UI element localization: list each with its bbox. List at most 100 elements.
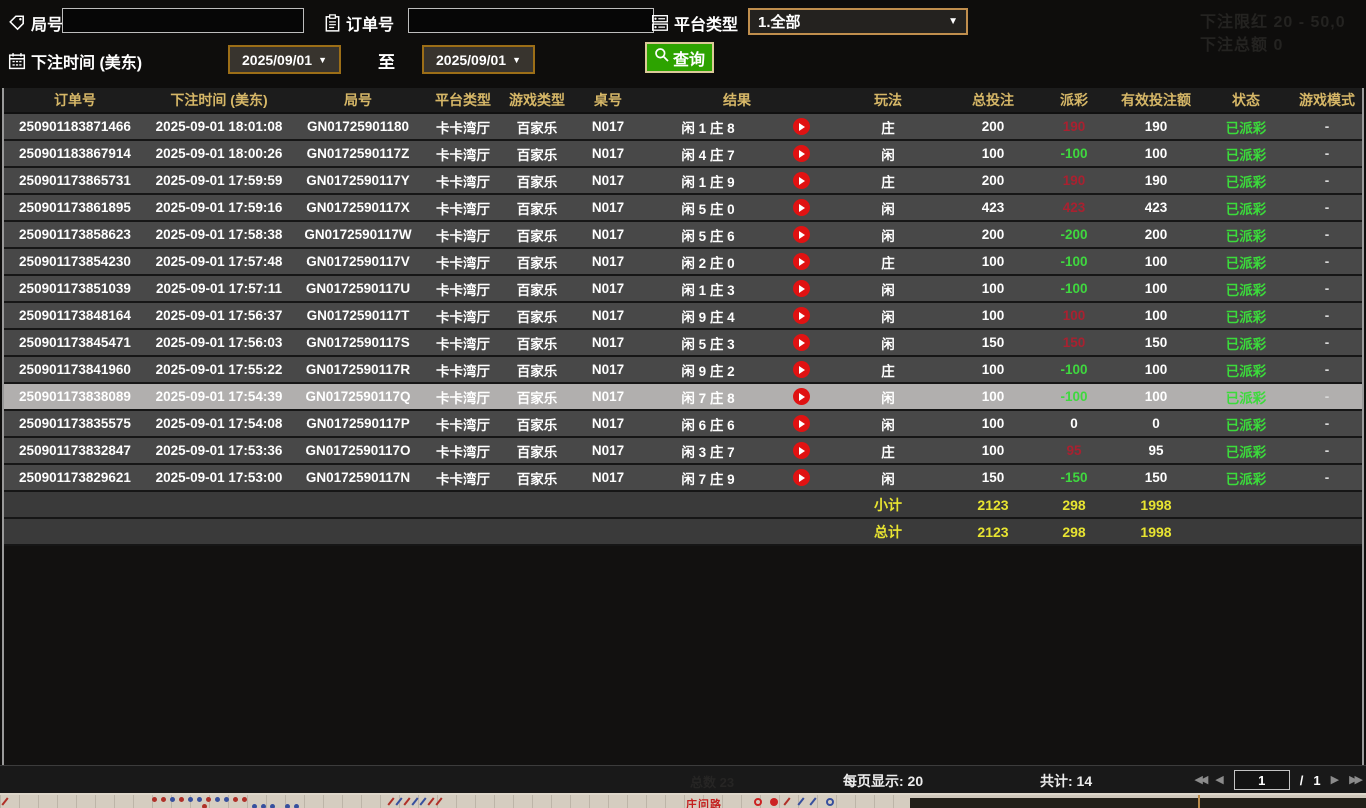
cell-status: 已派彩 — [1225, 282, 1267, 298]
cell-platform: 卡卡湾厅 — [436, 363, 490, 379]
cell-valid-bet: 190 — [1144, 173, 1168, 188]
col-header-bet-time: 下注时间 (美东) — [170, 92, 268, 108]
cell-valid-bet: 190 — [1144, 119, 1168, 134]
cell-game-mode: - — [1324, 281, 1330, 296]
date-to-picker[interactable]: 2025/09/01 ▼ — [422, 45, 535, 74]
play-video-icon[interactable] — [792, 145, 810, 162]
background-ghost-text: 总数 23 — [690, 775, 735, 790]
cell-play-type: 闲 — [881, 201, 895, 217]
table-row[interactable]: 250901173854230 2025-09-01 17:57:48 GN01… — [4, 249, 1362, 276]
next-page-button[interactable]: ▶ — [1331, 774, 1339, 786]
cell-status: 已派彩 — [1225, 201, 1267, 217]
col-header-platform: 平台类型 — [435, 92, 491, 108]
cell-payout: -100 — [1060, 389, 1088, 404]
cell-status: 已派彩 — [1225, 147, 1267, 163]
pagination-bar: 总数 23 每页显示: 20 共计: 14 ◀◀ ◀ / 1 ▶ ▶▶ — [0, 765, 1366, 793]
page-separator: / — [1299, 772, 1304, 788]
cell-round-no: GN0172590117U — [305, 281, 411, 296]
cell-game-type: 百家乐 — [516, 336, 558, 352]
table-row[interactable]: 250901173858623 2025-09-01 17:58:38 GN01… — [4, 222, 1362, 249]
play-video-icon[interactable] — [792, 361, 810, 378]
cell-round-no: GN0172590117T — [306, 308, 410, 323]
query-button[interactable]: 查询 — [645, 42, 714, 73]
cell-game-type: 百家乐 — [516, 363, 558, 379]
play-video-icon[interactable] — [792, 469, 810, 486]
table-row[interactable]: 250901173835575 2025-09-01 17:54:08 GN01… — [4, 411, 1362, 438]
play-video-icon[interactable] — [792, 334, 810, 351]
play-video-icon[interactable] — [792, 226, 810, 243]
first-page-button[interactable]: ◀◀ — [1194, 774, 1208, 786]
play-video-icon[interactable] — [792, 415, 810, 432]
cell-platform: 卡卡湾厅 — [436, 147, 490, 163]
cell-status: 已派彩 — [1225, 444, 1267, 460]
cell-platform: 卡卡湾厅 — [436, 255, 490, 271]
total-pages-label: 1 — [1313, 772, 1321, 788]
cell-payout: 95 — [1066, 443, 1082, 458]
cell-status: 已派彩 — [1225, 309, 1267, 325]
previous-page-button[interactable]: ◀ — [1215, 774, 1223, 786]
cell-result: 闲 5 庄 0 — [681, 201, 735, 217]
cell-total-bet: 150 — [981, 470, 1005, 485]
cell-result: 闲 1 庄 3 — [681, 282, 735, 298]
play-video-icon[interactable] — [792, 307, 810, 324]
cell-game-type: 百家乐 — [516, 228, 558, 244]
play-video-icon[interactable] — [792, 280, 810, 297]
cell-platform: 卡卡湾厅 — [436, 309, 490, 325]
cell-order-no: 250901173848164 — [19, 308, 131, 323]
play-video-icon[interactable] — [792, 388, 810, 405]
page-number-input[interactable] — [1233, 770, 1290, 790]
chevron-down-icon: ▼ — [318, 54, 327, 65]
cell-order-no: 250901173838089 — [19, 389, 131, 404]
play-video-icon[interactable] — [792, 172, 810, 189]
cell-valid-bet: 150 — [1144, 470, 1168, 485]
subtotal-valid-bet: 1998 — [1140, 496, 1172, 513]
table-row[interactable]: 250901183867914 2025-09-01 18:00:26 GN01… — [4, 141, 1362, 168]
cell-status: 已派彩 — [1225, 174, 1267, 190]
table-row[interactable]: 250901173838089 2025-09-01 17:54:39 GN01… — [4, 384, 1362, 411]
date-from-picker[interactable]: 2025/09/01 ▼ — [228, 45, 341, 74]
cell-order-no: 250901173829621 — [19, 470, 131, 485]
cell-order-no: 250901183871466 — [19, 119, 131, 134]
clipboard-icon — [324, 14, 341, 32]
order-number-input[interactable] — [408, 8, 654, 33]
pager: ◀◀ ◀ / 1 ▶ ▶▶ — [1194, 768, 1363, 792]
cell-bet-time: 2025-09-01 17:53:00 — [155, 470, 283, 485]
play-video-icon[interactable] — [792, 253, 810, 270]
cell-play-type: 庄 — [881, 363, 895, 379]
cell-bet-time: 2025-09-01 17:58:38 — [155, 227, 283, 242]
platform-type-select[interactable]: 1.全部 ▼ — [748, 8, 968, 35]
bet-time-label: 下注时间 (美东) — [8, 49, 142, 73]
cell-game-type: 百家乐 — [516, 120, 558, 136]
per-page-label: 每页显示: 20 — [843, 773, 924, 789]
table-row[interactable]: 250901173845471 2025-09-01 17:56:03 GN01… — [4, 330, 1362, 357]
round-number-label-text: 局号 — [31, 17, 64, 34]
table-row[interactable]: 250901173861895 2025-09-01 17:59:16 GN01… — [4, 195, 1362, 222]
cell-payout: 150 — [1062, 335, 1086, 350]
cell-platform: 卡卡湾厅 — [436, 201, 490, 217]
last-page-button[interactable]: ▶▶ — [1349, 774, 1363, 786]
table-row[interactable]: 250901173841960 2025-09-01 17:55:22 GN01… — [4, 357, 1362, 384]
table-row[interactable]: 250901173832847 2025-09-01 17:53:36 GN01… — [4, 438, 1362, 465]
cell-platform: 卡卡湾厅 — [436, 120, 490, 136]
cell-platform: 卡卡湾厅 — [436, 471, 490, 487]
play-video-icon[interactable] — [792, 118, 810, 135]
round-number-input[interactable] — [62, 8, 304, 33]
table-row[interactable]: 250901183871466 2025-09-01 18:01:08 GN01… — [4, 114, 1362, 141]
cell-payout: -100 — [1060, 362, 1088, 377]
background-road-label: 庄问路 — [686, 799, 722, 808]
cell-game-type: 百家乐 — [516, 147, 558, 163]
table-row[interactable]: 250901173829621 2025-09-01 17:53:00 GN01… — [4, 465, 1362, 492]
play-video-icon[interactable] — [792, 199, 810, 216]
col-header-round-no: 局号 — [344, 92, 372, 108]
cell-bet-time: 2025-09-01 17:56:03 — [155, 335, 283, 350]
play-video-icon[interactable] — [792, 442, 810, 459]
cell-payout: -200 — [1060, 227, 1088, 242]
table-body: 250901183871466 2025-09-01 18:01:08 GN01… — [4, 114, 1362, 492]
table-row[interactable]: 250901173848164 2025-09-01 17:56:37 GN01… — [4, 303, 1362, 330]
table-row[interactable]: 250901173851039 2025-09-01 17:57:11 GN01… — [4, 276, 1362, 303]
col-header-total-bet: 总投注 — [972, 92, 1014, 108]
table-row[interactable]: 250901173865731 2025-09-01 17:59:59 GN01… — [4, 168, 1362, 195]
cell-result: 闲 4 庄 7 — [681, 147, 735, 163]
cell-total-bet: 423 — [981, 200, 1005, 215]
cell-play-type: 闲 — [881, 336, 895, 352]
